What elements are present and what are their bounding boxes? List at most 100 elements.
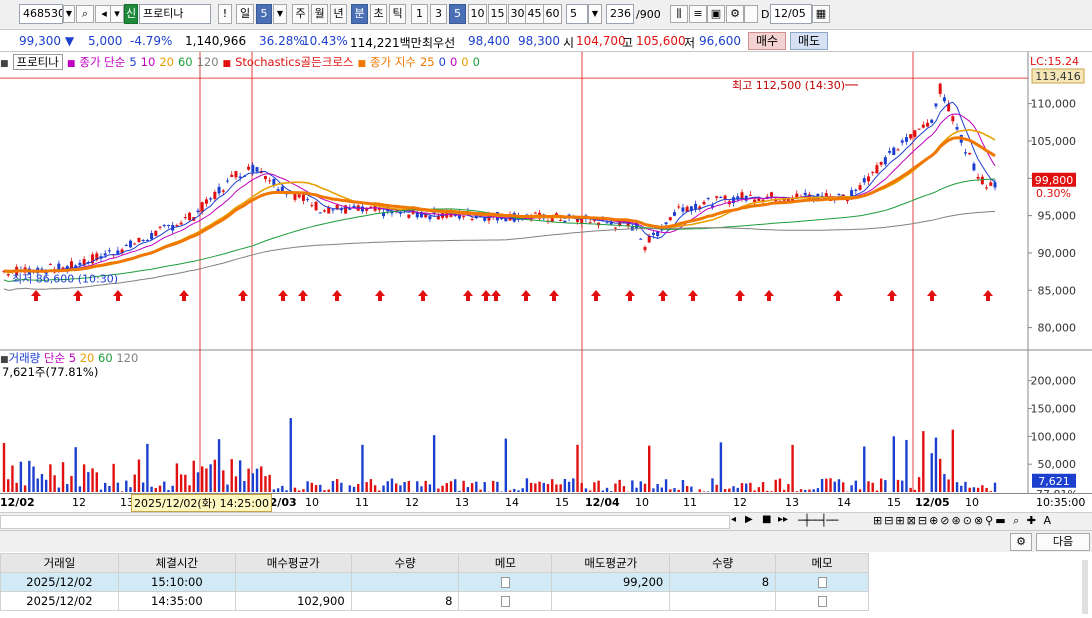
chart-type-icon[interactable]: ⫼ [670,5,688,23]
volume-bar [11,465,14,492]
volume-bar [163,481,166,492]
period-value[interactable]: 5 [256,4,272,24]
cell-sell-avg [551,591,671,611]
volume-bar [213,459,217,492]
volume-bar [829,478,832,492]
candle-body [158,226,162,228]
interval-10[interactable]: 10 [468,4,487,24]
cell-sell-memo[interactable] [775,572,869,592]
volume-bar [445,483,448,492]
month-button[interactable]: 월 [311,4,328,24]
volume-bar [964,481,967,492]
stock-code-input[interactable]: 468530 [19,4,63,24]
draw-tools-icon[interactable]: ⊞⊟⊞⊠⊟⊕⊘⊛⊙⊗⚲▬ ⌕ ✚ A [873,514,1053,528]
volume-bar [715,484,718,492]
stop-icon[interactable]: ■ [762,514,771,525]
search-icon[interactable]: ⌕ [76,5,94,23]
volume-bar [816,488,820,492]
compare-icon[interactable]: ≡ [689,5,707,23]
interval-1[interactable]: 1 [411,4,428,24]
volume-bar [352,486,356,492]
zoom-slider[interactable]: ─┼──┤── [798,514,838,527]
volume-bar [441,485,444,492]
forward-icon[interactable]: ▸▸ [778,514,788,525]
candle-body [301,194,305,201]
buy-button[interactable]: 매수 [748,32,786,50]
volume-bar [133,474,136,492]
count-input[interactable]: 236 [606,4,634,24]
scroll-prev-icon[interactable]: ◂ [731,514,736,525]
volume-bar [483,482,486,492]
cell-buy-avg [234,572,352,592]
candle-body [934,103,938,107]
candle-body [613,227,617,229]
chart-scrollbar[interactable]: ◂ ▶ ■ ▸▸ ─┼──┤── ⊞⊟⊞⊠⊟⊕⊘⊛⊙⊗⚲▬ ⌕ ✚ A [0,512,1092,530]
interval-3[interactable]: 3 [430,4,447,24]
volume-bar [584,488,588,492]
grid-settings-icon[interactable]: ⚙ [1010,533,1032,551]
date-checkbox[interactable] [744,5,758,23]
count-total: /900 [636,8,661,21]
memo-edit-icon[interactable] [500,596,510,607]
volume-bar [989,491,992,492]
cell-buy-memo[interactable] [458,591,553,611]
volume-bar [580,482,583,492]
sell-button[interactable]: 매도 [790,32,828,50]
calendar-icon[interactable]: ▦ [812,5,830,23]
current-price-pct: 0.30% [1036,187,1071,200]
cell-buy-memo[interactable] [458,572,553,592]
volume-bar [517,490,520,492]
cell-buy-qty [350,572,460,592]
next-button[interactable]: 다음 [1036,533,1090,551]
date-input[interactable]: 12/05 [770,4,812,24]
memo-icon[interactable] [500,577,510,588]
minute-button[interactable]: 분 [351,4,368,24]
volume-bar [901,480,904,492]
table-row[interactable]: 2025/12/02 14:35:00 102,900 8 [0,591,869,611]
candle-body [938,83,942,94]
volume-bar [972,487,976,492]
dropdown-icon[interactable]: ▾ [110,5,124,23]
candle-body [183,217,187,219]
stock-name-field[interactable]: 프로티나 [139,4,211,24]
candle-body [40,268,44,270]
week-button[interactable]: 주 [292,4,309,24]
price-chart[interactable]: 110,000 105,000 100,000 95,000 90,000 85,000 8… [0,52,1092,493]
memo-icon[interactable] [817,596,827,607]
tick-button[interactable]: 틱 [389,4,406,24]
alert-button[interactable]: ! [218,4,232,24]
period-dropdown-icon[interactable]: ▼ [273,4,287,24]
save-icon[interactable]: ▣ [707,5,725,23]
interval-60[interactable]: 60 [543,4,562,24]
candle-body [175,225,179,227]
volume-bar [15,482,18,492]
table-row[interactable]: 2025/12/02 15:10:00 99,200 8 [0,572,869,592]
code-dropdown-icon[interactable]: ▼ [63,5,75,23]
candle-body [913,130,917,137]
volume-bar [407,480,411,492]
candle-body [48,263,52,265]
cell-sell-memo[interactable] [775,591,869,611]
interval-45[interactable]: 45 [525,4,544,24]
count-dropdown-icon[interactable]: ▼ [588,4,602,24]
volume-bar [281,485,284,492]
scroll-track[interactable] [0,515,730,529]
memo-edit-icon[interactable] [817,577,827,588]
volume-tick-label: 100,000 [1031,430,1077,443]
play-icon[interactable]: ▶ [745,514,753,525]
second-button[interactable]: 초 [370,4,387,24]
year-button[interactable]: 년 [330,4,347,24]
settings-icon[interactable]: ⚙ [726,5,744,23]
interval-5[interactable]: 5 [449,4,466,24]
volume-bar [424,480,427,492]
count-select[interactable]: 5 [566,4,588,24]
period-day-button[interactable]: 일 [236,4,254,24]
volume-bar [32,466,35,492]
ask-price: 98,400 [468,34,510,48]
volume-bar [104,482,107,492]
grid-scrollbar[interactable] [1082,560,1088,614]
interval-15[interactable]: 15 [488,4,507,24]
candle-body [951,116,955,122]
time-axis-label: 10 [965,496,979,509]
volume-bar [87,472,90,492]
